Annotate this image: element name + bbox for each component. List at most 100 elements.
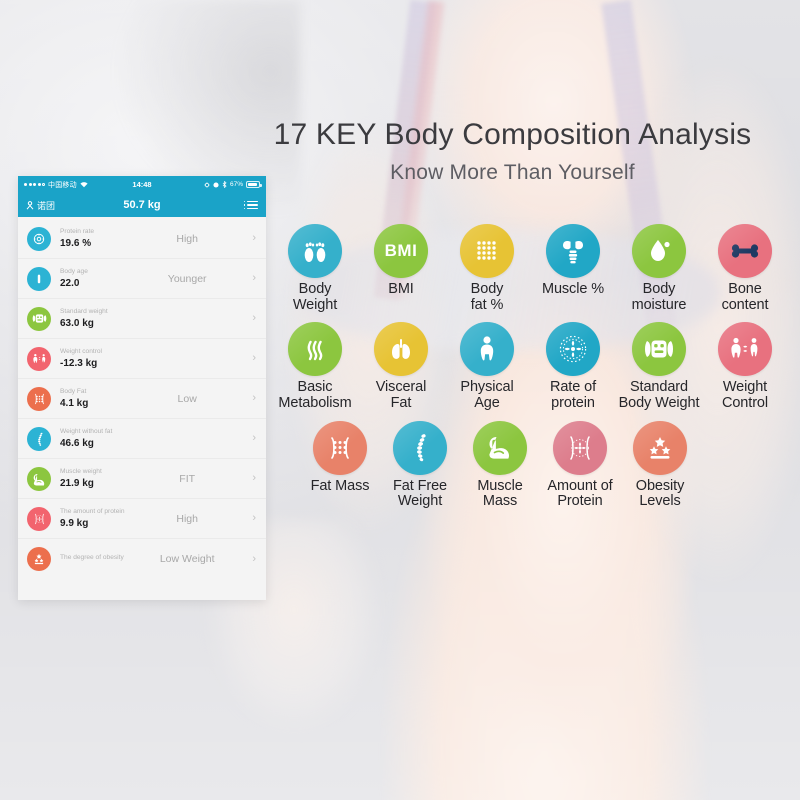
list-item[interactable]: Weight control -12.3 kg › xyxy=(18,339,266,379)
feature-label: Body Weight xyxy=(292,281,338,313)
lungs-icon xyxy=(374,322,428,377)
bmi-text-icon: BMI xyxy=(374,224,428,278)
feature-amount-of-protein[interactable]: Amount of Protein xyxy=(540,420,620,510)
feature-label: Muscle Mass xyxy=(477,477,523,510)
feature-row-1: Body Weight BMI BMI Body fat % Muscle % … xyxy=(272,224,792,313)
feature-body-weight[interactable]: Body Weight xyxy=(272,224,358,313)
feature-visceral-fat[interactable]: Visceral Fat xyxy=(358,322,444,411)
muscle-weight-icon xyxy=(27,466,51,491)
metric-label: The amount of protein xyxy=(60,508,125,516)
person-icon xyxy=(460,322,514,377)
metric-value: 63.0 kg xyxy=(60,317,94,329)
protein-compass-icon xyxy=(546,322,600,377)
feature-weight-control[interactable]: Weight Control xyxy=(702,322,788,411)
feature-fat-mass[interactable]: Fat Mass xyxy=(300,420,380,510)
metric-label: The degree of obesity xyxy=(60,554,124,562)
feature-label: Standard Body Weight xyxy=(618,379,700,411)
flame-waves-icon xyxy=(288,322,342,377)
feature-label: Muscle % xyxy=(541,281,605,297)
feature-label: Weight Control xyxy=(721,379,769,411)
feature-label: Rate of protein xyxy=(549,379,597,411)
metric-text: Protein rate 19.6 % xyxy=(60,228,132,248)
feature-muscle-pct[interactable]: Muscle % xyxy=(530,224,616,313)
chevron-right-icon: › xyxy=(252,392,256,404)
menu-icon[interactable] xyxy=(243,200,258,210)
body-fat-icon xyxy=(27,386,51,411)
list-item[interactable]: The degree of obesity Low Weight › xyxy=(18,539,266,579)
metric-value: 21.9 kg xyxy=(60,477,94,489)
feature-label: Bone content xyxy=(721,281,769,313)
feature-muscle-mass[interactable]: Muscle Mass xyxy=(460,420,540,510)
metric-value: -12.3 kg xyxy=(60,357,98,369)
feature-bone-content[interactable]: Bone content xyxy=(702,224,788,313)
feature-label: BMI xyxy=(388,281,414,297)
feature-basic-metabolism[interactable]: Basic Metabolism xyxy=(272,322,358,411)
phone-status-bar: 中国移动 14:48 67% xyxy=(18,176,266,193)
list-item[interactable]: The amount of protein 9.9 kg High › xyxy=(18,499,266,539)
metric-label: Protein rate xyxy=(60,228,95,236)
alarm-icon xyxy=(213,181,219,188)
feature-standard-body-weight[interactable]: Standard Body Weight xyxy=(616,322,702,411)
battery-icon xyxy=(246,181,262,188)
metric-text: Body Fat 4.1 kg xyxy=(60,388,132,408)
metric-text: The degree of obesity xyxy=(60,554,132,563)
bluetooth-icon xyxy=(222,181,227,188)
metric-text: The amount of protein 9.9 kg xyxy=(60,508,132,528)
chevron-right-icon: › xyxy=(252,472,256,484)
feature-rate-of-protein[interactable]: Rate of protein xyxy=(530,322,616,411)
chevron-right-icon: › xyxy=(252,312,256,324)
metric-value: 9.9 kg xyxy=(60,517,89,529)
feature-label: Visceral Fat xyxy=(375,379,427,411)
feature-label: Fat Free Weight xyxy=(393,477,447,510)
feature-label: Fat Mass xyxy=(310,477,370,494)
spine-icon xyxy=(393,420,447,475)
chevron-right-icon: › xyxy=(252,512,256,524)
fat-cushion-icon xyxy=(313,420,367,475)
feature-grid: Body Weight BMI BMI Body fat % Muscle % … xyxy=(272,224,792,519)
feature-obesity-levels[interactable]: Obesity Levels xyxy=(620,420,700,510)
list-item[interactable]: Muscle weight 21.9 kg FIT › xyxy=(18,459,266,499)
feature-label: Physical Age xyxy=(460,379,514,411)
feature-row-3: Fat Mass Fat Free Weight Muscle Mass Amo… xyxy=(272,420,792,510)
status-bar-right: 67% xyxy=(204,181,262,188)
stars-rank-icon xyxy=(633,420,687,475)
fat-dots-icon xyxy=(460,224,514,278)
fat-free-icon xyxy=(27,426,51,451)
metric-status: Low xyxy=(177,392,197,405)
metric-status: FIT xyxy=(179,472,196,485)
chevron-right-icon: › xyxy=(252,272,256,284)
feature-label: Body fat % xyxy=(470,281,504,313)
list-item[interactable]: Protein rate 19.6 % High › xyxy=(18,219,266,259)
list-item[interactable]: Standard weight 63.0 kg › xyxy=(18,299,266,339)
metric-label: Body age xyxy=(60,268,88,276)
headline-block: 17 KEY Body Composition Analysis Know Mo… xyxy=(230,118,795,185)
metric-label: Weight without fat xyxy=(60,428,113,436)
feature-label: Basic Metabolism xyxy=(278,379,352,411)
metric-text: Standard weight 63.0 kg xyxy=(60,308,132,328)
weight-control-icon xyxy=(27,346,51,371)
bone-icon xyxy=(718,224,772,278)
feature-bmi[interactable]: BMI BMI xyxy=(358,224,444,313)
feature-label: Obesity Levels xyxy=(635,477,685,510)
body-age-icon xyxy=(27,266,51,291)
feature-row-2: Basic Metabolism Visceral Fat Physical A… xyxy=(272,322,792,411)
feature-body-moisture[interactable]: Body moisture xyxy=(616,224,702,313)
location-icon xyxy=(204,181,210,188)
feature-physical-age[interactable]: Physical Age xyxy=(444,322,530,411)
feature-fat-free-weight[interactable]: Fat Free Weight xyxy=(380,420,460,510)
metric-value: 22.0 xyxy=(60,277,80,289)
list-item[interactable]: Body Fat 4.1 kg Low › xyxy=(18,379,266,419)
footprints-icon xyxy=(288,224,342,278)
list-item[interactable]: Body age 22.0 Younger › xyxy=(18,259,266,299)
metric-text: Weight control -12.3 kg xyxy=(60,348,132,368)
list-item[interactable]: Weight without fat 46.6 kg › xyxy=(18,419,266,459)
feature-label: Amount of Protein xyxy=(547,477,613,510)
metric-label: Standard weight xyxy=(60,308,108,316)
metric-status: Low Weight xyxy=(159,553,215,565)
metric-value: 46.6 kg xyxy=(60,437,94,449)
metric-text: Body age 22.0 xyxy=(60,268,132,288)
metric-status: Younger xyxy=(167,272,207,285)
water-drop-icon xyxy=(632,224,686,278)
metric-value: 4.1 kg xyxy=(60,397,89,409)
feature-body-fat-pct[interactable]: Body fat % xyxy=(444,224,530,313)
